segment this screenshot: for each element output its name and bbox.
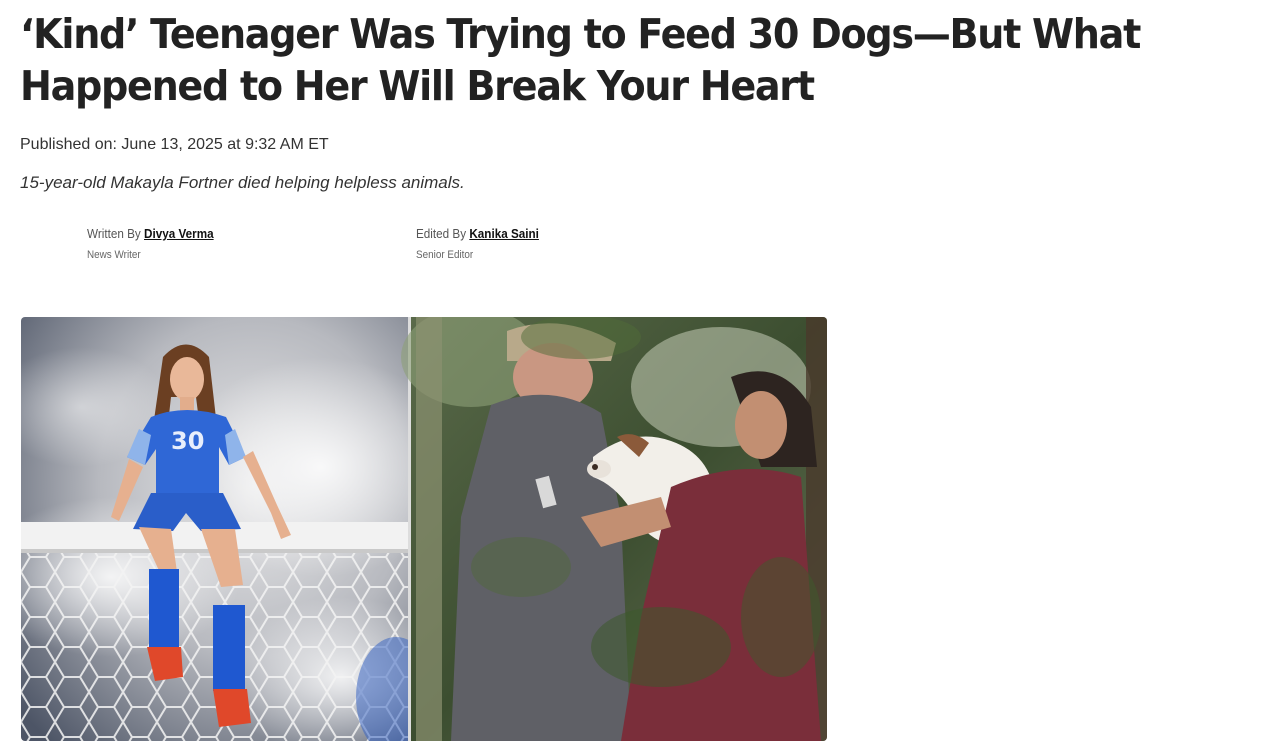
hero-image: 30 <box>21 317 827 741</box>
published-date: Published on: June 13, 2025 at 9:32 AM E… <box>20 136 329 153</box>
editor-name-link[interactable]: Kanika Saini <box>469 226 539 241</box>
writer-role: News Writer <box>87 249 141 261</box>
byline-writer: Written By Divya Verma News Writer <box>87 226 228 261</box>
writer-prefix: Written By <box>87 226 145 241</box>
byline-editor: Edited By Kanika Saini Senior Editor <box>416 226 553 261</box>
jersey-number: 30 <box>171 427 204 455</box>
photo-soccer-player: 30 <box>21 317 461 741</box>
article: ‘Kind’ Teenager Was Trying to Feed 30 Do… <box>20 0 1260 741</box>
photo-dog-rescue <box>401 317 827 741</box>
article-subtitle: 15-year-old Makayla Fortner died helping… <box>20 173 465 192</box>
editor-role: Senior Editor <box>416 249 474 261</box>
article-headline: ‘Kind’ Teenager Was Trying to Feed 30 Do… <box>20 10 1141 110</box>
editor-prefix: Edited By <box>416 226 470 241</box>
writer-name-link[interactable]: Divya Verma <box>144 226 214 241</box>
